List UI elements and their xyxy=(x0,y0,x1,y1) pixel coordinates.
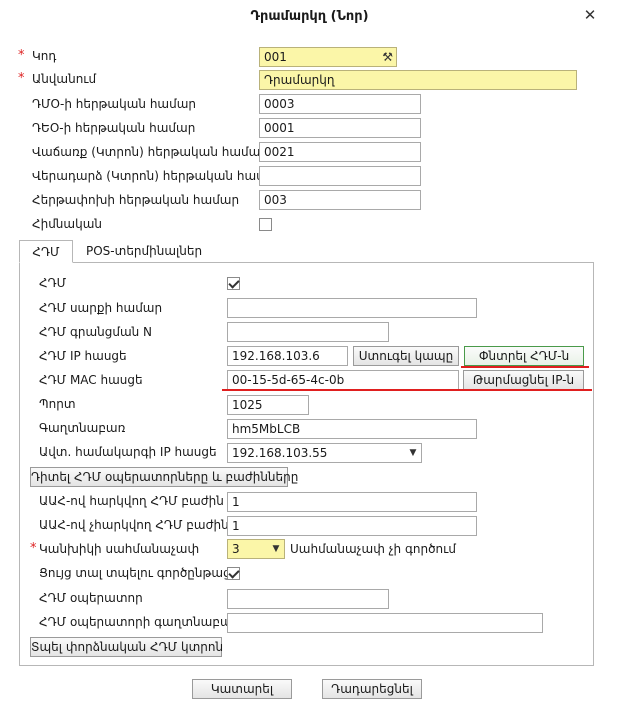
view-operators-button[interactable]: Դիտել ՀԴՄ օպերատորները և բաժինները xyxy=(30,467,298,487)
deo-serial-input[interactable]: 0001 xyxy=(259,118,421,138)
deo-serial-label: ԴԵՕ-ի հերթական համար xyxy=(32,121,196,135)
name-input[interactable]: Դրամարկղ xyxy=(259,70,577,90)
is-main-checkbox[interactable] xyxy=(259,218,272,231)
hdm-mac-input[interactable]: 00-15-5d-65-4c-0b xyxy=(227,370,459,390)
required-star-icon: * xyxy=(18,48,25,63)
operator-label: ՀԴՄ օպերատոր xyxy=(39,591,143,605)
hdm-enabled-label: ՀԴՄ xyxy=(39,276,67,290)
red-annotation-line xyxy=(222,389,592,391)
tab-hdm[interactable]: ՀԴՄ xyxy=(19,240,73,263)
refresh-ip-button[interactable]: Թարմացնել IP-ն xyxy=(463,370,584,390)
show-print-process-checkbox[interactable] xyxy=(227,567,240,580)
sale-check-serial-input[interactable]: 0021 xyxy=(259,142,421,162)
hdm-ip-input[interactable]: 192.168.103.6 xyxy=(227,346,348,366)
vat-dept-label: ԱԱՀ-ով հարկվող ՀԴՄ բաժին xyxy=(39,494,224,508)
required-star-icon: * xyxy=(30,541,37,556)
password-label: Գաղտնաբառ xyxy=(39,421,126,435)
tab-pos-terminals[interactable]: POS-տերմինալներ xyxy=(78,240,210,263)
code-value: 001 xyxy=(264,50,287,64)
cash-limit-select[interactable]: 3 ▼ xyxy=(227,539,285,559)
sale-check-serial-label: Վաճառք (Կտրոն) հերթական համար xyxy=(32,145,268,159)
port-input[interactable]: 1025 xyxy=(227,395,309,415)
find-hdm-button[interactable]: Փնտրել ՀԴՄ-ն xyxy=(464,346,584,366)
hdm-enabled-checkbox[interactable] xyxy=(227,277,240,290)
hdm-ip-label: ՀԴՄ IP հասցե xyxy=(39,349,127,363)
hdm-mac-label: ՀԴՄ MAC հասցե xyxy=(39,373,143,387)
hdm-serial-input[interactable] xyxy=(227,298,477,318)
is-main-label: Հիմնական xyxy=(32,217,102,231)
window-title: Դրամարկղ (Նոր) xyxy=(250,9,369,24)
ok-button[interactable]: Կատարել xyxy=(192,679,292,699)
print-test-check-button[interactable]: Տպել փորձնական ՀԴՄ կտրոն xyxy=(30,637,223,657)
cash-limit-label: Կանխիկի սահմանաչափ xyxy=(39,542,200,556)
password-input[interactable]: hm5MbLCB xyxy=(227,419,477,439)
return-check-serial-label: Վերադարձ (Կտրոն) հերթական համար xyxy=(32,169,284,183)
non-vat-dept-label: ԱԱՀ-ով չհարկվող ՀԴՄ բաժին xyxy=(39,518,229,532)
non-vat-dept-input[interactable]: 1 xyxy=(227,516,477,536)
name-label: Անվանում xyxy=(32,72,97,86)
return-check-serial-input[interactable] xyxy=(259,166,421,186)
operator-input[interactable] xyxy=(227,589,389,609)
dmo-serial-label: ԴՄՕ-ի հերթական համար xyxy=(32,97,197,111)
cancel-button[interactable]: Դադարեցնել xyxy=(322,679,422,699)
required-star-icon: * xyxy=(18,71,25,86)
red-annotation-line xyxy=(461,366,589,368)
chevron-down-icon[interactable]: ▼ xyxy=(405,444,421,462)
code-label: Կոդ xyxy=(32,49,57,63)
dmo-serial-input[interactable]: 0003 xyxy=(259,94,421,114)
settlement-serial-label: Հերթափոխի հերթական համար xyxy=(32,193,240,207)
check-connection-button[interactable]: Ստուգել կապը xyxy=(353,346,459,366)
settlement-serial-input[interactable]: 003 xyxy=(259,190,421,210)
operator-password-label: ՀԴՄ օպերատորի գաղտնաբառ xyxy=(39,615,240,629)
vat-dept-input[interactable]: 1 xyxy=(227,492,477,512)
local-ip-value: 192.168.103.55 xyxy=(232,446,328,460)
hdm-serial-label: ՀԴՄ սարքի համար xyxy=(39,301,163,315)
local-ip-label: Ավտ. համակարգի IP հասցե xyxy=(39,445,217,459)
chevron-down-icon[interactable]: ▼ xyxy=(268,540,284,558)
cash-limit-value: 3 xyxy=(232,542,240,556)
cash-limit-hint: Սահմանաչափ չի գործում xyxy=(290,542,456,556)
close-icon[interactable]: ✕ xyxy=(582,7,598,23)
local-ip-select[interactable]: 192.168.103.55 ▼ xyxy=(227,443,422,463)
code-input[interactable]: 001 ⚒ xyxy=(259,47,397,67)
hdm-reg-number-input[interactable] xyxy=(227,322,389,342)
port-label: Պորտ xyxy=(39,397,76,411)
operator-password-input[interactable] xyxy=(227,613,543,633)
hdm-reg-number-label: ՀԴՄ գրանցման N xyxy=(39,325,153,339)
magic-wand-icon[interactable]: ⚒ xyxy=(382,48,393,66)
show-print-process-label: Ցույց տալ տպելու գործընթացը xyxy=(39,566,239,580)
